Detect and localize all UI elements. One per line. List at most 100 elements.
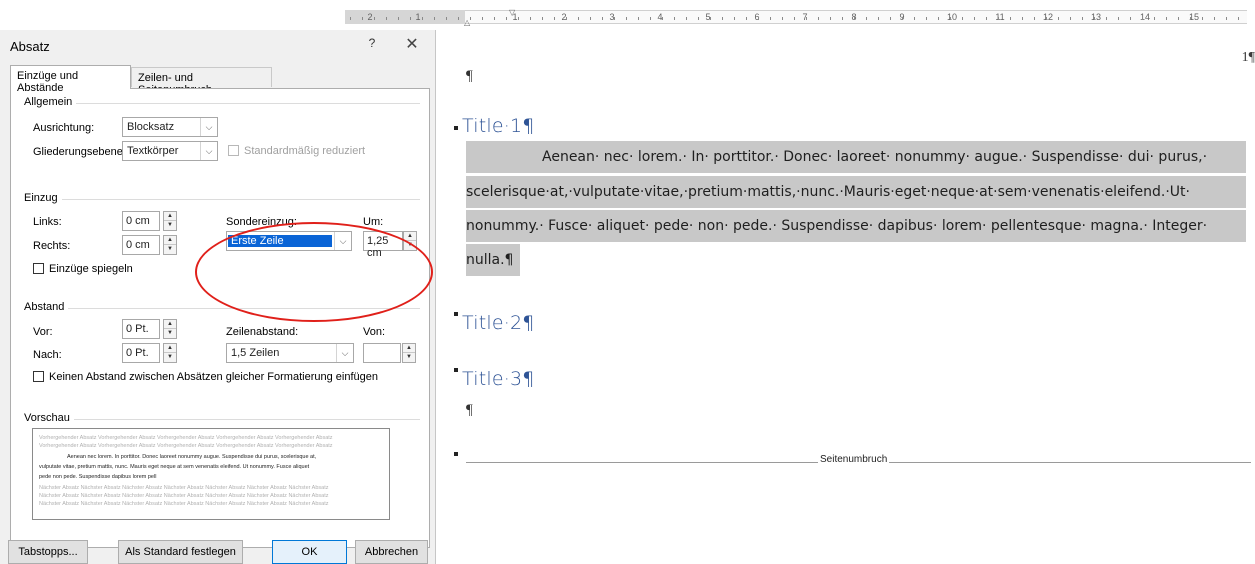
right-indent-spinner[interactable]: ▲ ▼ <box>163 235 177 255</box>
ruler-label: 11 <box>995 12 1005 22</box>
selection-gap <box>466 141 542 173</box>
spin-up-icon[interactable]: ▲ <box>164 212 176 221</box>
space-after-label: Nach: <box>33 349 62 361</box>
spin-down-icon[interactable]: ▼ <box>164 245 176 254</box>
ruler-tick <box>950 17 951 20</box>
ruler-label: 2 <box>367 12 373 22</box>
ruler-tick <box>962 17 963 20</box>
line-spacing-select[interactable]: 1,5 Zeilen ⌵ <box>226 343 354 363</box>
line-spacing-label: Zeilenabstand: <box>226 326 299 338</box>
ruler-tick <box>878 17 879 20</box>
spacing-at-spinner[interactable]: ▲ ▼ <box>402 343 416 363</box>
close-icon[interactable]: ✕ <box>401 34 423 54</box>
horizontal-ruler[interactable]: 2 1 1 2 3 4 5 6 7 8 9 10 11 12 13 14 15 … <box>0 8 1255 28</box>
ruler-tick <box>1166 17 1167 20</box>
ok-button[interactable]: OK <box>272 540 347 564</box>
ruler-left-margin <box>345 10 465 24</box>
space-after-input[interactable]: 0 Pt. <box>122 343 160 363</box>
spin-up-icon[interactable]: ▲ <box>403 344 415 353</box>
ruler-tick <box>914 17 915 20</box>
ruler-tick <box>482 17 483 20</box>
first-line-indent-marker-icon[interactable]: ▽ <box>509 8 515 17</box>
document-page[interactable]: 1¶ ¶ Title·1¶ Aenean· nec· lorem.· In· p… <box>436 30 1255 564</box>
spin-down-icon[interactable]: ▼ <box>404 241 416 250</box>
spin-up-icon[interactable]: ▲ <box>164 320 176 329</box>
ruler-tick <box>362 17 363 20</box>
ruler-tick <box>686 17 687 20</box>
ruler-tick <box>974 17 975 20</box>
line-spacing-value: 1,5 Zeilen <box>231 347 280 359</box>
chevron-down-icon: ⌵ <box>336 344 353 362</box>
heading-title-1[interactable]: Title·1¶ <box>462 115 535 137</box>
set-as-default-button[interactable]: Als Standard festlegen <box>118 540 243 564</box>
right-indent-input[interactable]: 0 cm <box>122 235 160 255</box>
spin-down-icon[interactable]: ▼ <box>164 353 176 362</box>
heading-title-3[interactable]: Title·3¶ <box>462 368 535 390</box>
group-divider <box>66 308 420 309</box>
ruler-tick <box>770 17 771 20</box>
preview-previous-line: Vorhergehender Absatz Vorhergehender Abs… <box>39 443 333 449</box>
space-before-spinner[interactable]: ▲ ▼ <box>163 319 177 339</box>
spacing-at-input[interactable] <box>363 343 401 363</box>
tab-line-and-page-breaks[interactable]: Zeilen- und Seitenumbruch <box>131 67 272 96</box>
ruler-tick <box>938 17 939 20</box>
ruler-tick <box>434 17 435 20</box>
spin-down-icon[interactable]: ▼ <box>403 353 415 362</box>
outline-level-select[interactable]: Textkörper ⌵ <box>122 141 218 161</box>
paragraph-dialog[interactable]: Absatz ? ✕ Einzüge und Abstände Zeilen- … <box>0 30 436 564</box>
left-indent-value: 0 cm <box>126 215 150 227</box>
body-line-2[interactable]: scelerisque·at,·vulputate·vitae,·pretium… <box>466 176 1246 208</box>
ruler-tick <box>566 17 567 20</box>
left-indent-input[interactable]: 0 cm <box>122 211 160 231</box>
body-line-4[interactable]: nulla.¶ <box>466 244 520 276</box>
preview-current-line: Aenean nec lorem. In porttitor. Donec la… <box>67 454 317 460</box>
ruler-tick <box>1058 17 1059 20</box>
special-indent-select[interactable]: Erste Zeile ⌵ <box>226 231 352 251</box>
body-line-3[interactable]: nonummy.· Fusce· aliquet· pede· non· ped… <box>466 210 1246 242</box>
ruler-tick <box>1070 17 1071 20</box>
spin-down-icon[interactable]: ▼ <box>164 221 176 230</box>
tab-indents-and-spacing[interactable]: Einzüge und Abstände <box>10 65 131 94</box>
spin-down-icon[interactable]: ▼ <box>164 329 176 338</box>
ruler-tick <box>1178 17 1179 20</box>
ruler-tick <box>734 17 735 20</box>
mirror-indents-checkbox[interactable] <box>33 263 44 274</box>
outline-level-value: Textkörper <box>127 145 179 157</box>
ruler-tick <box>422 17 423 20</box>
collapsed-by-default-checkbox[interactable] <box>228 145 239 156</box>
alignment-select[interactable]: Blocksatz ⌵ <box>122 117 218 137</box>
preview-previous-line: Vorhergehender Absatz Vorhergehender Abs… <box>39 435 333 441</box>
space-after-spinner[interactable]: ▲ ▼ <box>163 343 177 363</box>
ruler-tick <box>650 17 651 20</box>
ruler-tick <box>1034 17 1035 20</box>
spin-up-icon[interactable]: ▲ <box>164 344 176 353</box>
ruler-tick <box>1118 17 1119 20</box>
space-before-input[interactable]: 0 Pt. <box>122 319 160 339</box>
no-space-same-style-checkbox[interactable] <box>33 371 44 382</box>
indent-by-spinner[interactable]: ▲ ▼ <box>403 231 417 251</box>
tabs-button[interactable]: Tabstopps... <box>8 540 88 564</box>
ruler-tick <box>1142 17 1143 20</box>
heading-title-2[interactable]: Title·2¶ <box>462 312 535 334</box>
ruler-tick <box>1214 17 1215 20</box>
left-indent-spinner[interactable]: ▲ ▼ <box>163 211 177 231</box>
group-divider <box>60 199 420 200</box>
right-indent-label: Rechts: <box>33 240 71 252</box>
spin-up-icon[interactable]: ▲ <box>404 232 416 241</box>
ruler-tick <box>818 17 819 20</box>
ruler-label: 13 <box>1090 12 1102 22</box>
ruler-tick <box>806 17 807 20</box>
ruler-tick <box>542 17 543 20</box>
body-line-1[interactable]: Aenean· nec· lorem.· In· porttitor.· Don… <box>542 141 1246 173</box>
ruler-tick <box>1190 17 1191 20</box>
help-button[interactable]: ? <box>364 36 380 54</box>
indent-by-input[interactable]: 1,25 cm <box>363 231 403 259</box>
spin-up-icon[interactable]: ▲ <box>164 236 176 245</box>
ruler-tick <box>890 17 891 20</box>
preview-current-paragraph: Aenean nec lorem. In porttitor. Donec la… <box>39 452 383 482</box>
cancel-button[interactable]: Abbrechen <box>355 540 428 564</box>
ruler-tick <box>530 17 531 20</box>
body-line-text: nulla.¶ <box>466 252 514 268</box>
indent-by-label: Um: <box>363 216 384 228</box>
preview-next-line: Nächster Absatz Nächster Absatz Nächster… <box>39 485 329 491</box>
